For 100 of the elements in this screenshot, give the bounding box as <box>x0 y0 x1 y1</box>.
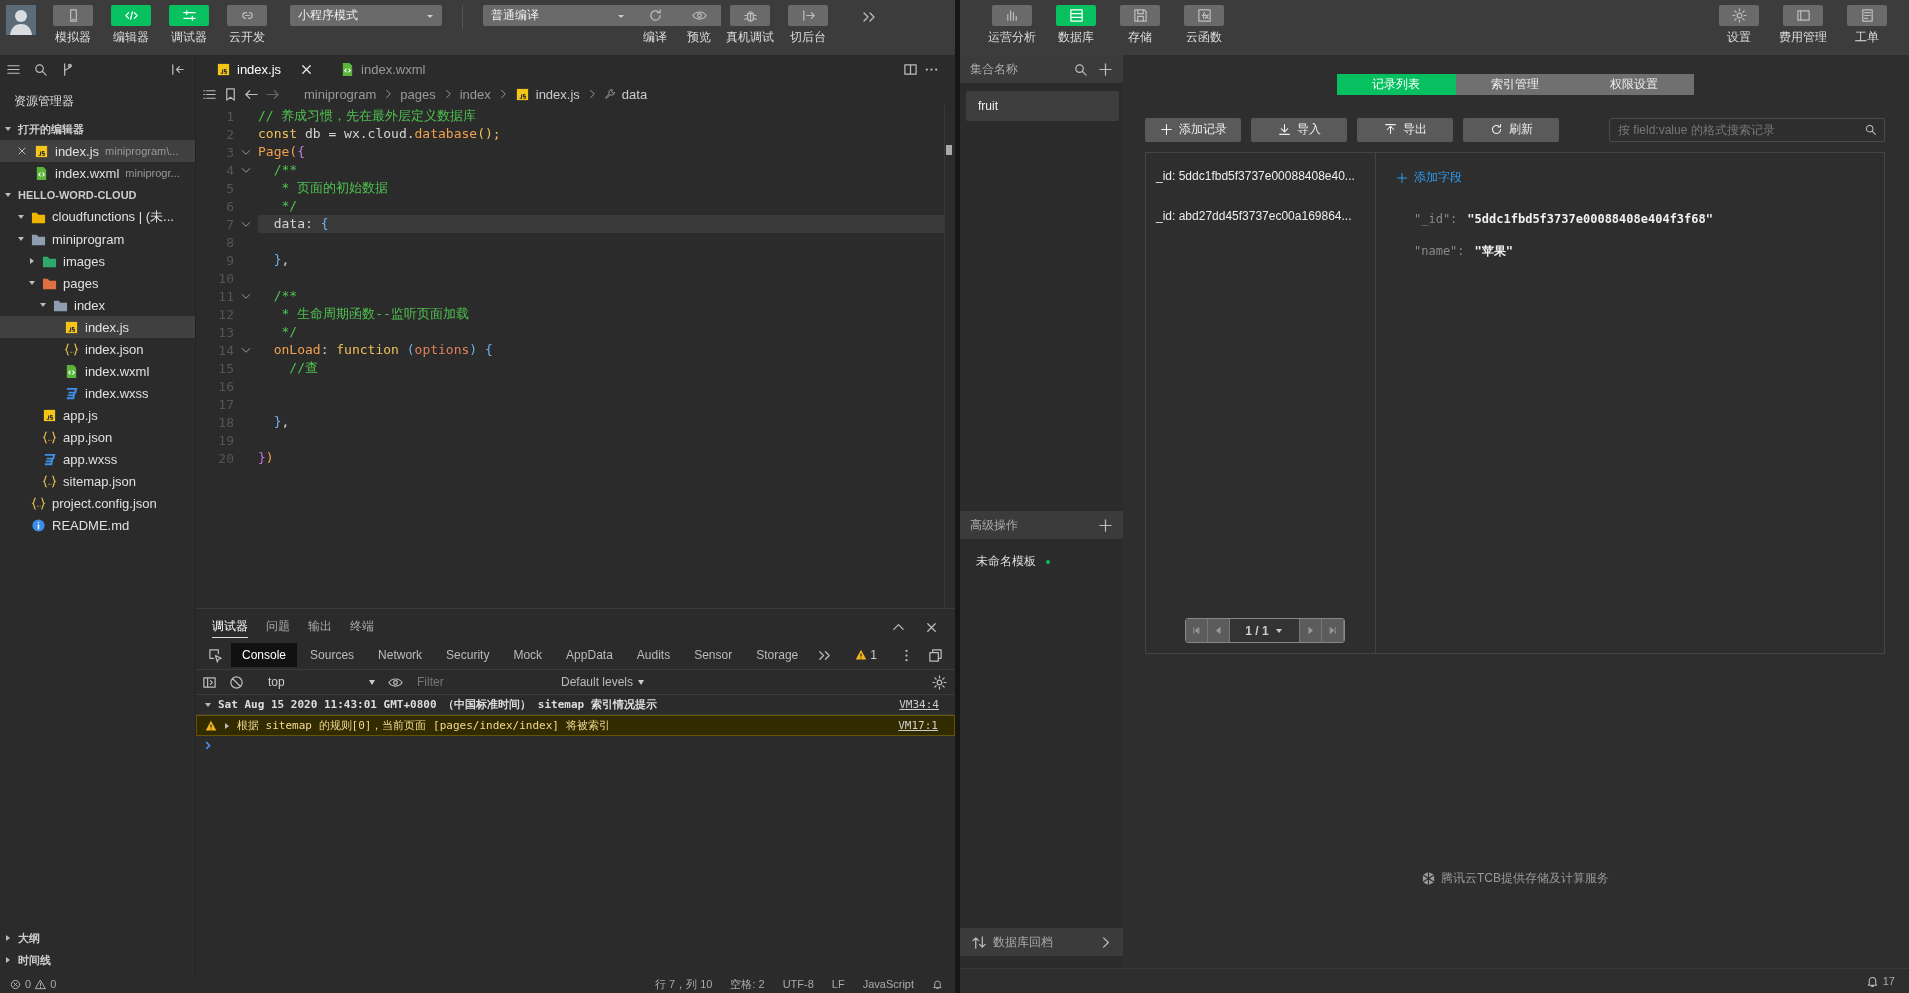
open-editor-item[interactable]: index.js miniprogram\... <box>0 140 195 162</box>
panel-tab[interactable]: 问题 <box>266 616 290 638</box>
levels-dropdown[interactable]: Default levels <box>561 675 646 689</box>
devtools-tab[interactable]: Mock <box>502 643 554 667</box>
search-icon[interactable] <box>1073 61 1088 77</box>
plus-icon[interactable] <box>1098 61 1113 77</box>
action-button[interactable]: 导入 <box>1251 117 1347 142</box>
record-item[interactable]: _id: abd27dd45f3737ec00a169864... <box>1146 203 1375 243</box>
devtools-tab[interactable]: Sources <box>299 643 366 667</box>
action-button[interactable]: 添加记录 <box>1145 117 1241 142</box>
close-icon[interactable] <box>16 145 28 157</box>
devtools-tab[interactable]: Sensor <box>683 643 744 667</box>
status-item[interactable]: LF <box>831 978 845 990</box>
view-tab[interactable]: 权限设置 <box>1574 74 1694 95</box>
user-avatar[interactable] <box>6 5 36 35</box>
devtools-tab[interactable]: Storage <box>745 643 810 667</box>
bar-chart-icon <box>1004 8 1020 23</box>
toolbar-button[interactable] <box>992 5 1032 26</box>
devtools-tab[interactable]: Network <box>367 643 434 667</box>
search-icon[interactable] <box>33 61 48 77</box>
notification-count[interactable]: 17 <box>1882 975 1895 987</box>
devtools-tab[interactable]: Security <box>435 643 501 667</box>
toolbar-button[interactable] <box>1120 5 1160 26</box>
tree-item[interactable]: app.js <box>0 404 195 426</box>
toolbar-button[interactable] <box>730 5 770 26</box>
add-field-link[interactable]: 添加字段 <box>1396 169 1462 186</box>
error-count[interactable]: 0 <box>25 978 32 990</box>
section-header[interactable]: 大纲 <box>0 927 195 949</box>
view-tab[interactable]: 索引管理 <box>1455 74 1575 95</box>
open-editor-item[interactable]: index.wxml miniprogr... <box>0 162 195 184</box>
page-dropdown[interactable]: 1 / 1 <box>1229 619 1300 642</box>
tree-item[interactable]: index.json <box>0 338 195 360</box>
devtools-tab[interactable]: Audits <box>625 643 682 667</box>
tree-item[interactable]: index.js <box>0 316 195 338</box>
template-item[interactable]: 未命名模板 <box>976 553 1036 570</box>
settings-icon[interactable] <box>932 674 947 690</box>
sidebar-toggle-icon[interactable] <box>202 674 217 690</box>
tree-item[interactable]: index.wxml <box>0 360 195 382</box>
collection-item[interactable]: fruit <box>966 91 1119 121</box>
status-item[interactable]: 行 7，列 10 <box>654 976 713 992</box>
bell-icon[interactable] <box>1865 974 1879 988</box>
js-file-icon <box>216 61 231 77</box>
tree-item[interactable]: miniprogram <box>0 228 195 250</box>
context-dropdown[interactable]: top <box>256 675 376 689</box>
toolbar-button[interactable] <box>1719 5 1759 26</box>
action-button[interactable]: 导出 <box>1357 117 1453 142</box>
tree-item[interactable]: cloudfunctions | (未... <box>0 206 195 228</box>
status-item[interactable]: 空格: 2 <box>730 976 765 992</box>
tree-item[interactable]: app.json <box>0 426 195 448</box>
panel-tab[interactable]: 终端 <box>350 616 374 638</box>
mode-dropdown[interactable]: 小程序模式 <box>290 5 442 26</box>
warning-count[interactable]: 1 <box>855 648 877 662</box>
filter-field[interactable]: Filter <box>415 674 549 690</box>
collapse-icon[interactable] <box>170 61 185 77</box>
tree-item[interactable]: README.md <box>0 514 195 536</box>
editor-tab[interactable]: index.wxml <box>330 55 436 83</box>
tree-item[interactable]: app.wxss <box>0 448 195 470</box>
section-header[interactable]: 时间线 <box>0 949 195 971</box>
tree-item[interactable]: sitemap.json <box>0 470 195 492</box>
rollback-button[interactable]: 数据库回档 <box>960 928 1123 956</box>
breadcrumb-item[interactable]: index <box>459 86 491 102</box>
breadcrumb-item[interactable]: pages <box>400 86 436 102</box>
caret-icon[interactable] <box>204 700 212 709</box>
clear-console-icon[interactable] <box>229 674 244 690</box>
inspect-icon[interactable] <box>208 647 223 663</box>
editor-tab[interactable]: index.js <box>206 55 325 83</box>
document-icon <box>1859 8 1875 23</box>
plus-icon[interactable] <box>1098 517 1113 533</box>
warning-count[interactable]: 0 <box>50 978 57 990</box>
function-icon <box>1196 8 1212 23</box>
tree-item[interactable]: pages <box>0 272 195 294</box>
search-field[interactable]: 按 field:value 的格式搜索记录 <box>1609 117 1885 142</box>
devtools-tab[interactable]: AppData <box>555 643 624 667</box>
tree-item[interactable]: images <box>0 250 195 272</box>
source-link[interactable]: VM17:1 <box>898 719 938 732</box>
record-item[interactable]: _id: 5ddc1fbd5f3737e00088408e40... <box>1146 163 1375 203</box>
section-header[interactable]: HELLO-WORD-CLOUD <box>0 184 195 206</box>
tree-item[interactable]: index.wxss <box>0 382 195 404</box>
breadcrumb-item[interactable]: miniprogram <box>304 86 377 102</box>
split-editor-icon[interactable] <box>903 61 918 77</box>
toolbar-button[interactable] <box>53 5 93 26</box>
status-item[interactable]: UTF-8 <box>782 978 814 990</box>
tree-item[interactable]: index <box>0 294 195 316</box>
dock-icon[interactable] <box>928 647 943 663</box>
action-button[interactable]: 刷新 <box>1463 117 1559 142</box>
status-item[interactable]: JavaScript <box>862 978 914 990</box>
breadcrumb-item[interactable]: data <box>621 86 648 102</box>
bell-icon[interactable] <box>932 978 943 990</box>
panel-tab[interactable]: 输出 <box>308 616 332 638</box>
document-icon <box>64 363 79 379</box>
source-link[interactable]: VM34:4 <box>899 698 939 711</box>
section-header[interactable]: 打开的编辑器 <box>0 118 195 140</box>
devtools-tab[interactable]: Console <box>231 643 298 667</box>
bookmark-icon[interactable] <box>223 86 238 102</box>
panel-tab[interactable]: 调试器 <box>212 616 248 638</box>
search-icon[interactable] <box>1864 122 1877 136</box>
caret-icon[interactable] <box>223 721 231 730</box>
tree-item[interactable]: project.config.json <box>0 492 195 514</box>
compile-dropdown[interactable]: 普通编译 <box>483 5 633 26</box>
breadcrumb-item[interactable]: index.js <box>535 86 580 102</box>
